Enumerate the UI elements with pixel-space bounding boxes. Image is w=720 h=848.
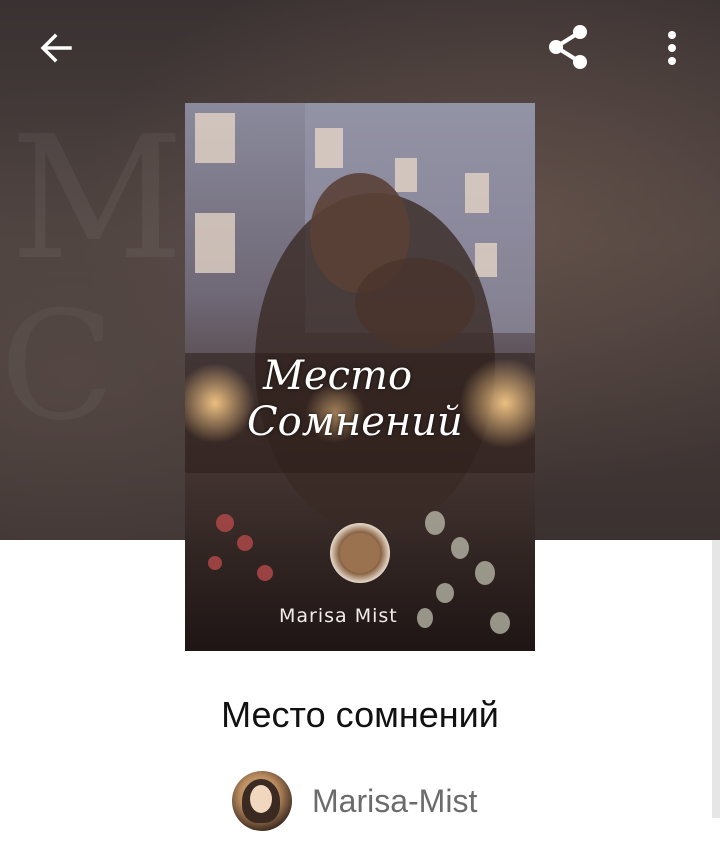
author-name[interactable]: Marisa-Mist <box>312 783 477 820</box>
cover-title-line1: Место <box>263 353 413 399</box>
scrollbar[interactable] <box>712 540 720 818</box>
back-button[interactable] <box>28 24 84 72</box>
share-icon <box>549 25 587 69</box>
author-link[interactable]: Marisa-Mist <box>232 770 477 832</box>
share-button[interactable] <box>538 20 598 76</box>
book-cover[interactable]: Место Сомнений Marisa Mist <box>185 103 535 651</box>
avatar-face <box>250 785 272 813</box>
book-title: Место сомнений <box>221 694 499 735</box>
cover-title-line2: Сомнений <box>247 399 463 445</box>
avatar[interactable] <box>232 771 292 831</box>
cover-author: Marisa Mist <box>279 605 398 627</box>
arrow-left-icon <box>40 33 72 63</box>
hero-blur-decoration-2: С <box>0 280 115 454</box>
more-options-button[interactable] <box>650 20 694 76</box>
more-vertical-icon <box>668 31 676 65</box>
top-bar <box>0 0 720 96</box>
